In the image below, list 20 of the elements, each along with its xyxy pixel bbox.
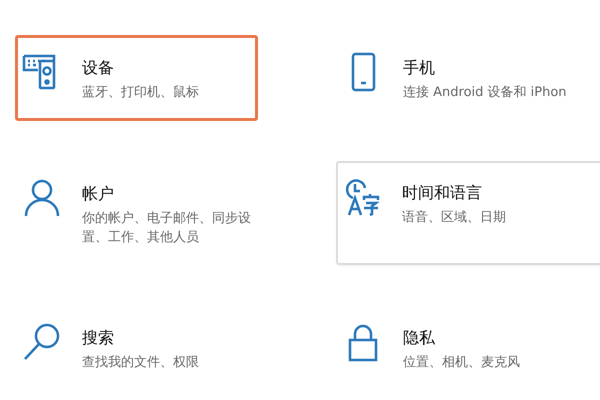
tile-description: 语音、区域、日期	[402, 209, 506, 227]
tile-title: 设备	[82, 58, 115, 79]
settings-tile[interactable]: 隐私 位置、相机、麦克风	[336, 305, 600, 385]
tile-description: 查找我的文件、权限	[82, 354, 199, 372]
tile-description: 连接 Android 设备和 iPhon	[403, 84, 567, 102]
tile-title: 时间和语言	[402, 183, 483, 204]
tile-title: 隐私	[403, 328, 436, 349]
tile-description: 蓝牙、打印机、鼠标	[82, 84, 199, 102]
tile-title: 手机	[403, 58, 436, 79]
settings-tile[interactable]: 帐户 你的帐户、电子邮件、同步设置、工作、其他人员	[15, 161, 258, 265]
settings-tile[interactable]: 手机 连接 Android 设备和 iPhon	[336, 35, 600, 121]
settings-tile[interactable]: 设备 蓝牙、打印机、鼠标	[15, 35, 258, 121]
person-icon	[22, 178, 62, 218]
search-icon	[22, 322, 62, 362]
settings-tile[interactable]: 时间和语言 语音、区域、日期	[336, 161, 600, 265]
tile-description: 你的帐户、电子邮件、同步设置、工作、其他人员	[82, 210, 251, 247]
settings-tile[interactable]: 搜索 查找我的文件、权限	[15, 305, 258, 385]
tile-description: 位置、相机、麦克风	[403, 354, 520, 372]
tile-title: 帐户	[82, 184, 115, 205]
tile-title: 搜索	[82, 328, 115, 349]
